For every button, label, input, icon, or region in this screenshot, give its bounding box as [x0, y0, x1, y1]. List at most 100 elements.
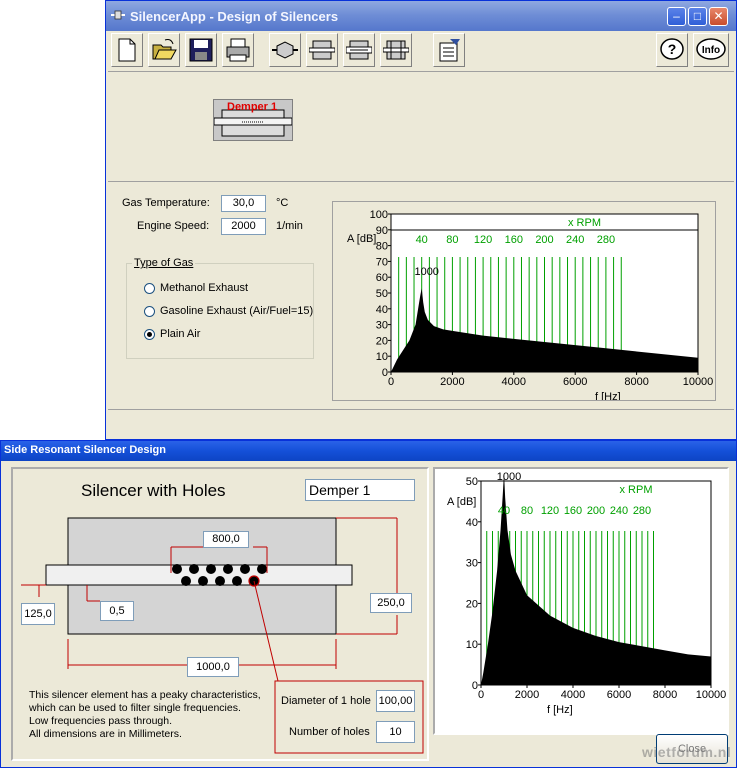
- rpm-tick-label: 200: [587, 505, 605, 517]
- watermark-text: wietforum.nl: [642, 744, 732, 760]
- canvas-divider: [108, 181, 734, 182]
- main-window: SilencerApp - Design of Silencers – □ ✕: [105, 0, 737, 440]
- rpm-tick-label: 80: [446, 234, 458, 246]
- rpm-tick-label: 80: [521, 505, 533, 517]
- y-tick-label: 30: [466, 558, 478, 570]
- save-disk-icon[interactable]: [185, 33, 217, 67]
- radio-gasoline-label[interactable]: Gasoline Exhaust (Air/Fuel=15): [160, 305, 313, 317]
- y-tick-label: 90: [376, 225, 388, 237]
- print-icon[interactable]: [222, 33, 254, 67]
- y-tick-label: 10: [376, 351, 388, 363]
- x-tick-label: 6000: [563, 376, 587, 388]
- y-tick-label: 20: [376, 335, 388, 347]
- info-icon[interactable]: Info: [693, 33, 729, 67]
- status-divider: [108, 409, 734, 410]
- rpm-tick-label: 240: [610, 505, 628, 517]
- toolbar-divider: [108, 71, 734, 72]
- hole-count-field[interactable]: 10: [376, 721, 415, 743]
- open-folder-icon[interactable]: [148, 33, 180, 67]
- length-field[interactable]: 1000,0: [187, 657, 239, 677]
- silencer-element-block[interactable]: Demper 1: [213, 99, 293, 141]
- y-tick-label: 50: [466, 476, 478, 488]
- element-canvas[interactable]: Demper 1: [108, 73, 734, 181]
- silencer-cone-icon[interactable]: [269, 33, 301, 67]
- maximize-icon[interactable]: □: [688, 7, 707, 26]
- help-label: ?: [668, 41, 677, 57]
- y-tick-label: 20: [466, 598, 478, 610]
- report-icon[interactable]: [433, 33, 465, 67]
- y-tick-label: 40: [376, 304, 388, 316]
- rpm-tick-label: 160: [564, 505, 582, 517]
- main-frequency-chart: 0 10 20 30 40 50 60 70 80 90 1000 2000 4000 6000 8000 1…: [347, 209, 714, 400]
- rpm-tick-label: 120: [474, 234, 492, 246]
- engine-speed-label: Engine Speed:: [137, 220, 210, 232]
- x-tick-label: 10000: [683, 376, 714, 388]
- x-tick-label: 4000: [502, 376, 526, 388]
- rpm-tick-label: 160: [505, 234, 523, 246]
- dialog-frequency-chart: 010203040500 2000 4000 6000 8000 1000040 80 120…: [447, 471, 726, 716]
- y-axis-label: A [dB]: [347, 233, 376, 245]
- y-tick-label: 50: [376, 288, 388, 300]
- x-tick-label: 6000: [607, 689, 631, 701]
- rpm-axis-label: x RPM: [568, 217, 601, 229]
- gas-type-title-text: Type of Gas: [134, 257, 194, 269]
- dialog-chart-panel: 0 10 20 30 40 50 0 2000 4000 6000 8000 10000 40 80 120…: [433, 467, 729, 735]
- y-tick-label: 100: [370, 209, 388, 221]
- rpm-tick-label: 40: [498, 505, 510, 517]
- engine-speed-unit: 1/min: [276, 220, 303, 232]
- x-tick-label: 2000: [440, 376, 464, 388]
- gas-type-group-title: Type of Gas: [132, 257, 196, 269]
- y-tick-label: 30: [376, 320, 388, 332]
- y-tick-label: 10: [466, 639, 478, 651]
- gas-temperature-unit: °C: [276, 197, 289, 209]
- peak-label: 1000: [414, 266, 438, 278]
- x-tick-label: 0: [478, 689, 484, 701]
- radio-methanol-label[interactable]: Methanol Exhaust: [160, 282, 248, 294]
- x-tick-label: 4000: [561, 689, 585, 701]
- hole-diameter-label: Diameter of 1 hole: [281, 695, 371, 707]
- silencer-element-2-icon[interactable]: [343, 33, 375, 67]
- silencer-element-1-icon[interactable]: [306, 33, 338, 67]
- gas-temperature-field[interactable]: 30,0: [221, 195, 266, 212]
- y-tick-label: 80: [376, 241, 388, 253]
- y-tick-label: 40: [466, 517, 478, 529]
- dialog-title-bar[interactable]: Side Resonant Silencer Design: [1, 441, 736, 461]
- description-line: Low frequencies pass through.: [29, 715, 173, 727]
- x-tick-label: 8000: [653, 689, 677, 701]
- y-tick-label: 60: [376, 272, 388, 284]
- new-file-icon[interactable]: [111, 33, 143, 67]
- x-tick-label: 2000: [515, 689, 539, 701]
- main-title-bar[interactable]: SilencerApp - Design of Silencers – □ ✕: [106, 1, 736, 31]
- radio-methanol[interactable]: [144, 283, 155, 294]
- help-icon[interactable]: ?: [656, 33, 688, 67]
- rpm-tick-label: 200: [535, 234, 553, 246]
- status-bar: [108, 411, 734, 437]
- rpm-tick-label: 40: [416, 234, 428, 246]
- main-toolbar: ? Info: [108, 31, 734, 71]
- hole-span-field[interactable]: 800,0: [203, 531, 249, 548]
- radio-plain-air[interactable]: [144, 329, 155, 340]
- description-line: All dimensions are in Millimeters.: [29, 728, 182, 740]
- silencer-element-3-icon[interactable]: [380, 33, 412, 67]
- silencer-app-icon: [111, 10, 125, 20]
- radio-gasoline[interactable]: [144, 306, 155, 317]
- wall-thickness-field[interactable]: 0,5: [100, 601, 134, 621]
- rpm-tick-label: 120: [541, 505, 559, 517]
- minimize-icon[interactable]: –: [667, 7, 686, 26]
- rpm-tick-label: 240: [566, 234, 584, 246]
- radio-plain-air-label[interactable]: Plain Air: [160, 328, 200, 340]
- main-chart-frame: 0 10 20 30 40 50 60 70 80 90 100 0 2000 4000 6000 8000 1…: [332, 201, 716, 401]
- info-label: Info: [702, 45, 720, 56]
- pipe-offset-field[interactable]: 125,0: [21, 603, 55, 625]
- x-tick-label: 0: [388, 376, 394, 388]
- outer-diameter-field[interactable]: 250,0: [370, 593, 412, 613]
- engine-speed-field[interactable]: 2000: [221, 218, 266, 235]
- hole-diameter-field[interactable]: 100,00: [376, 690, 415, 712]
- x-tick-label: 8000: [624, 376, 648, 388]
- rpm-tick-label: 280: [597, 234, 615, 246]
- design-panel: Silencer with Holes Demper 1 800,0 250,0…: [11, 467, 429, 761]
- y-axis-label: A [dB]: [447, 496, 476, 508]
- close-icon[interactable]: ✕: [709, 7, 728, 26]
- x-axis-label: f [Hz]: [595, 391, 621, 400]
- element-label: Demper 1: [227, 101, 278, 113]
